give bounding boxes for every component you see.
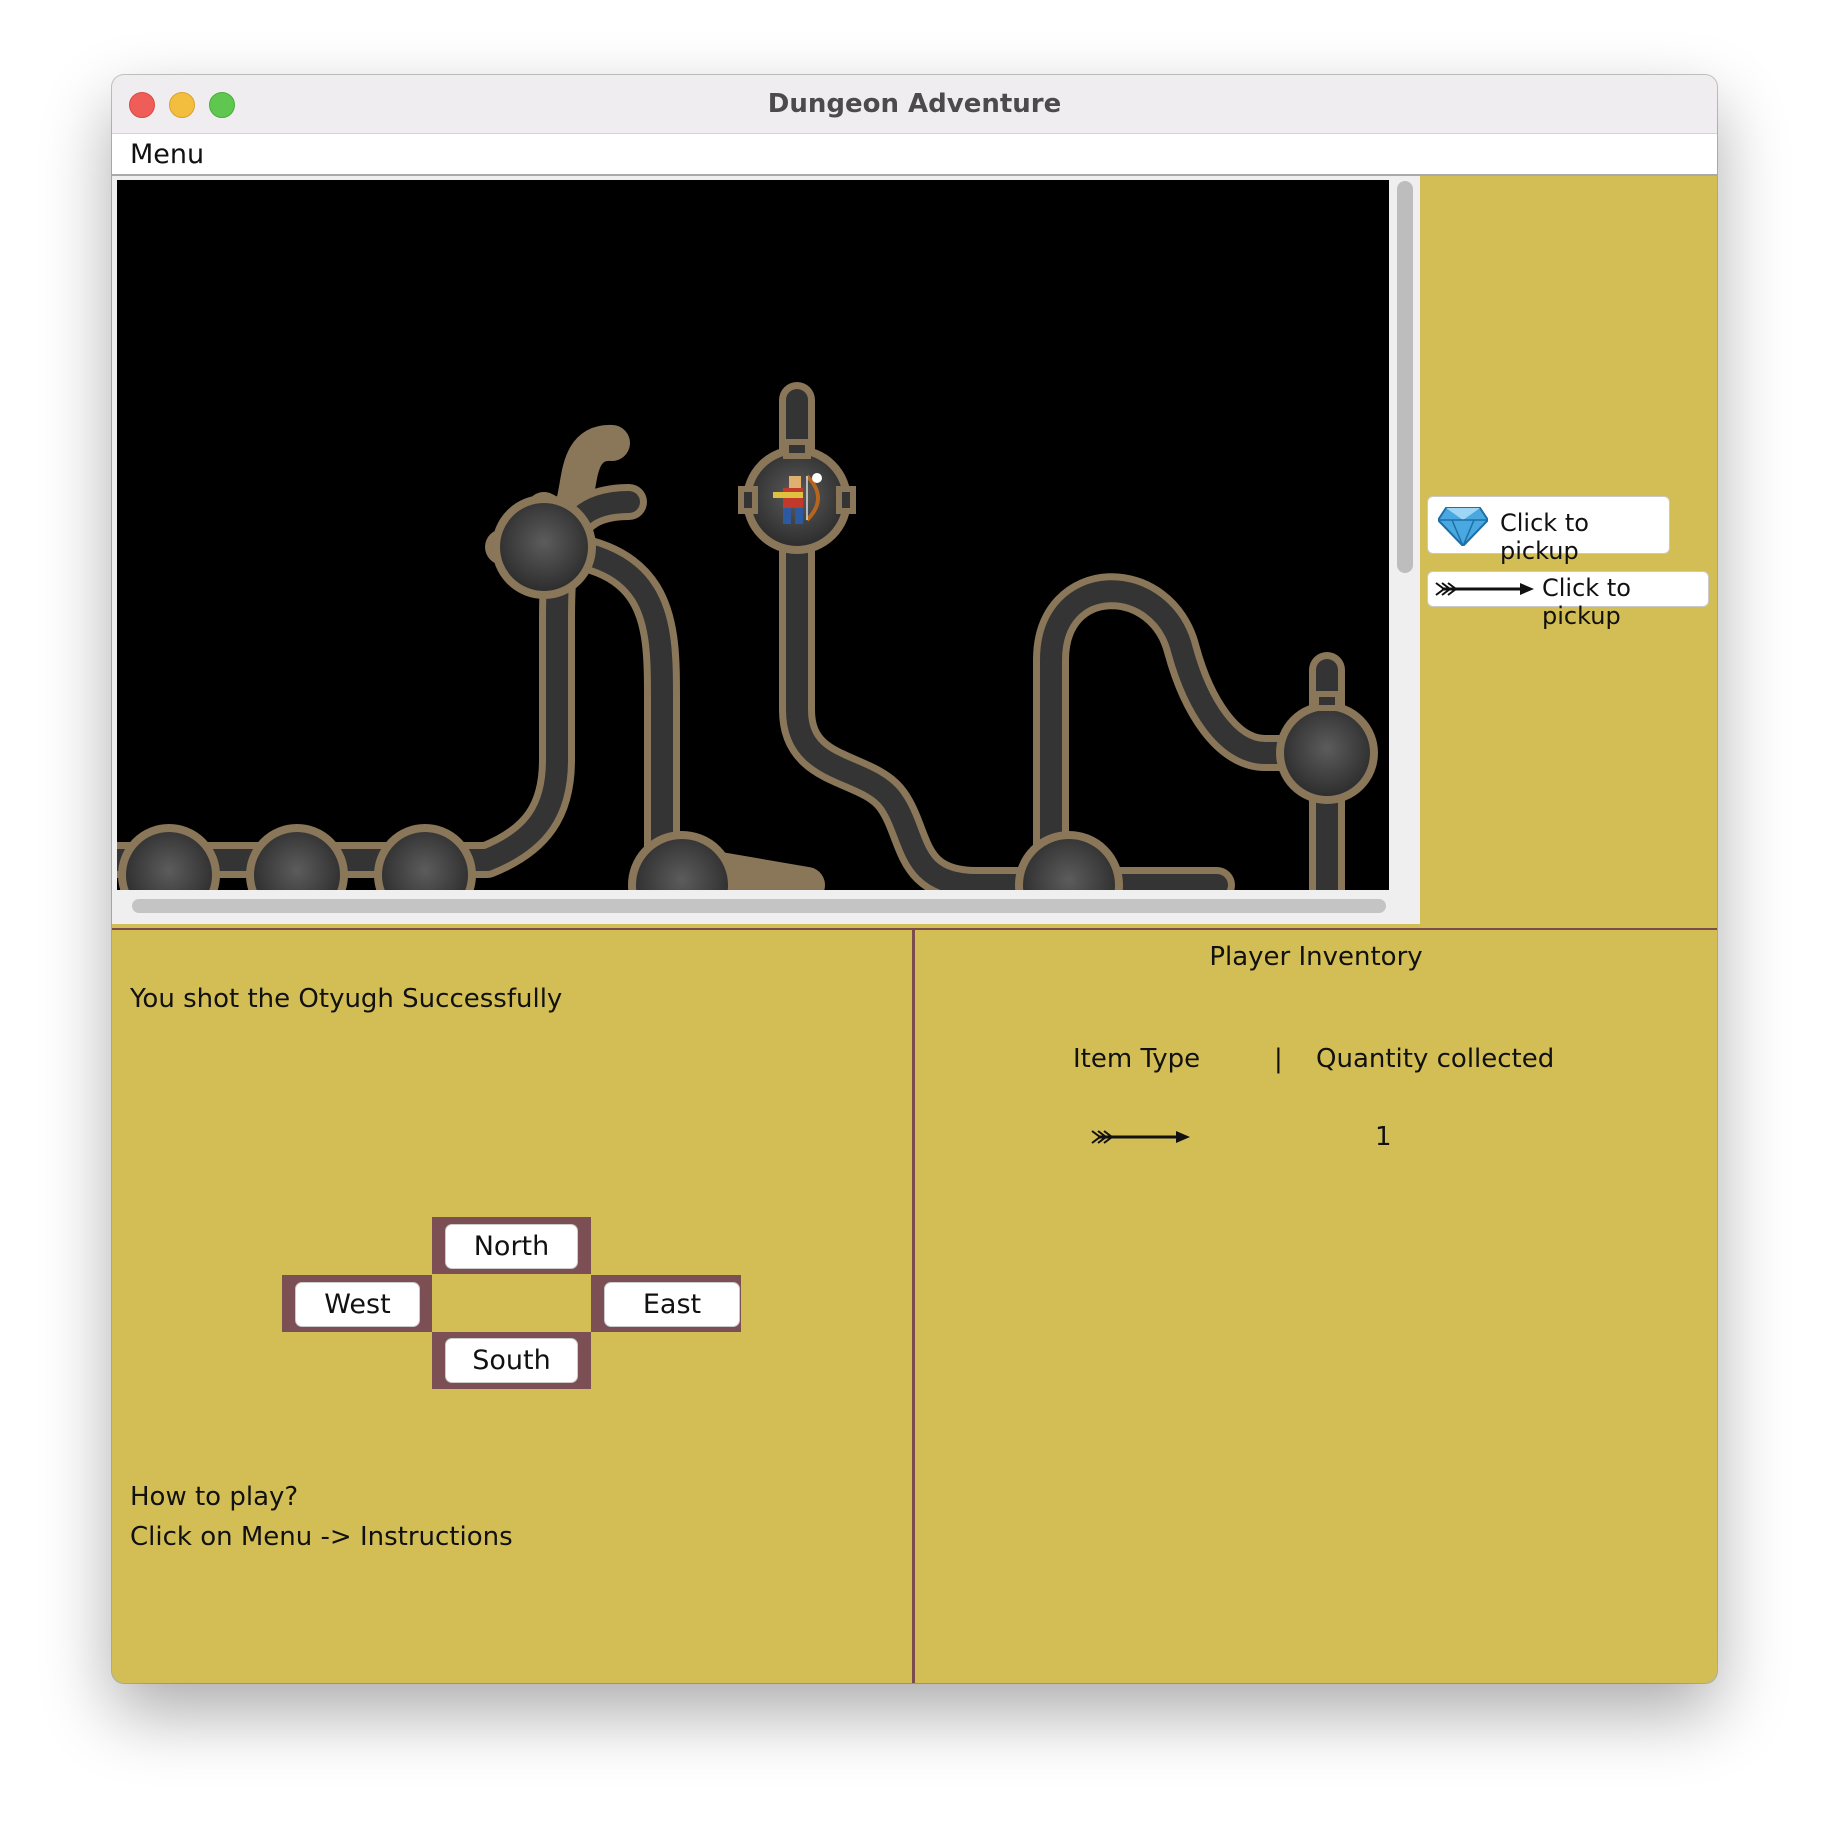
pickup-gem-button[interactable]: Click to pickup <box>1427 496 1670 565</box>
pickup-arrow-button[interactable]: Click to pickup <box>1427 571 1709 630</box>
dungeon-map-scrollpane[interactable] <box>112 176 1420 939</box>
pickup-arrow-label: Click to pickup <box>1542 574 1631 630</box>
status-message: You shot the Otyugh Successfully <box>130 984 563 1014</box>
window-title: Dungeon Adventure <box>767 89 1062 119</box>
east-button[interactable]: East <box>604 1282 740 1327</box>
game-control-panel: You shot the Otyugh Successfully North W… <box>112 928 915 1683</box>
menu-bar: Menu <box>112 134 1717 176</box>
tunnel-floor <box>112 389 1338 911</box>
app-window: Dungeon Adventure Menu Click to pickup C… <box>112 75 1717 1683</box>
arrow-icon <box>1091 1130 1190 1144</box>
pickup-gem-label: Click to pickup <box>1500 509 1589 565</box>
inventory-arrow-quantity: 1 <box>1375 1122 1392 1152</box>
title-bar: Dungeon Adventure <box>112 75 1717 134</box>
menu-button[interactable]: Menu <box>130 139 204 170</box>
south-button[interactable]: South <box>445 1338 578 1383</box>
inventory-col-separator: | <box>1274 1044 1283 1074</box>
inventory-panel: Player Inventory Item Type | Quantity co… <box>915 928 1717 1683</box>
tunnel-walls <box>112 382 1345 918</box>
help-line-2: Click on Menu -> Instructions <box>130 1522 513 1552</box>
dungeon-tiles <box>112 382 1378 939</box>
gem-icon <box>1438 507 1488 546</box>
help-line-1: How to play? <box>130 1482 299 1512</box>
horizontal-scrollbar[interactable] <box>132 899 1386 913</box>
inventory-title: Player Inventory <box>1209 942 1423 972</box>
west-button[interactable]: West <box>295 1282 420 1327</box>
vertical-scrollbar[interactable] <box>1397 181 1413 573</box>
arrow-icon <box>1435 582 1534 596</box>
dungeon-map <box>112 180 1389 939</box>
inventory-col-quantity: Quantity collected <box>1316 1044 1555 1074</box>
inventory-col-item-type: Item Type <box>1073 1044 1201 1074</box>
north-button[interactable]: North <box>445 1224 578 1269</box>
